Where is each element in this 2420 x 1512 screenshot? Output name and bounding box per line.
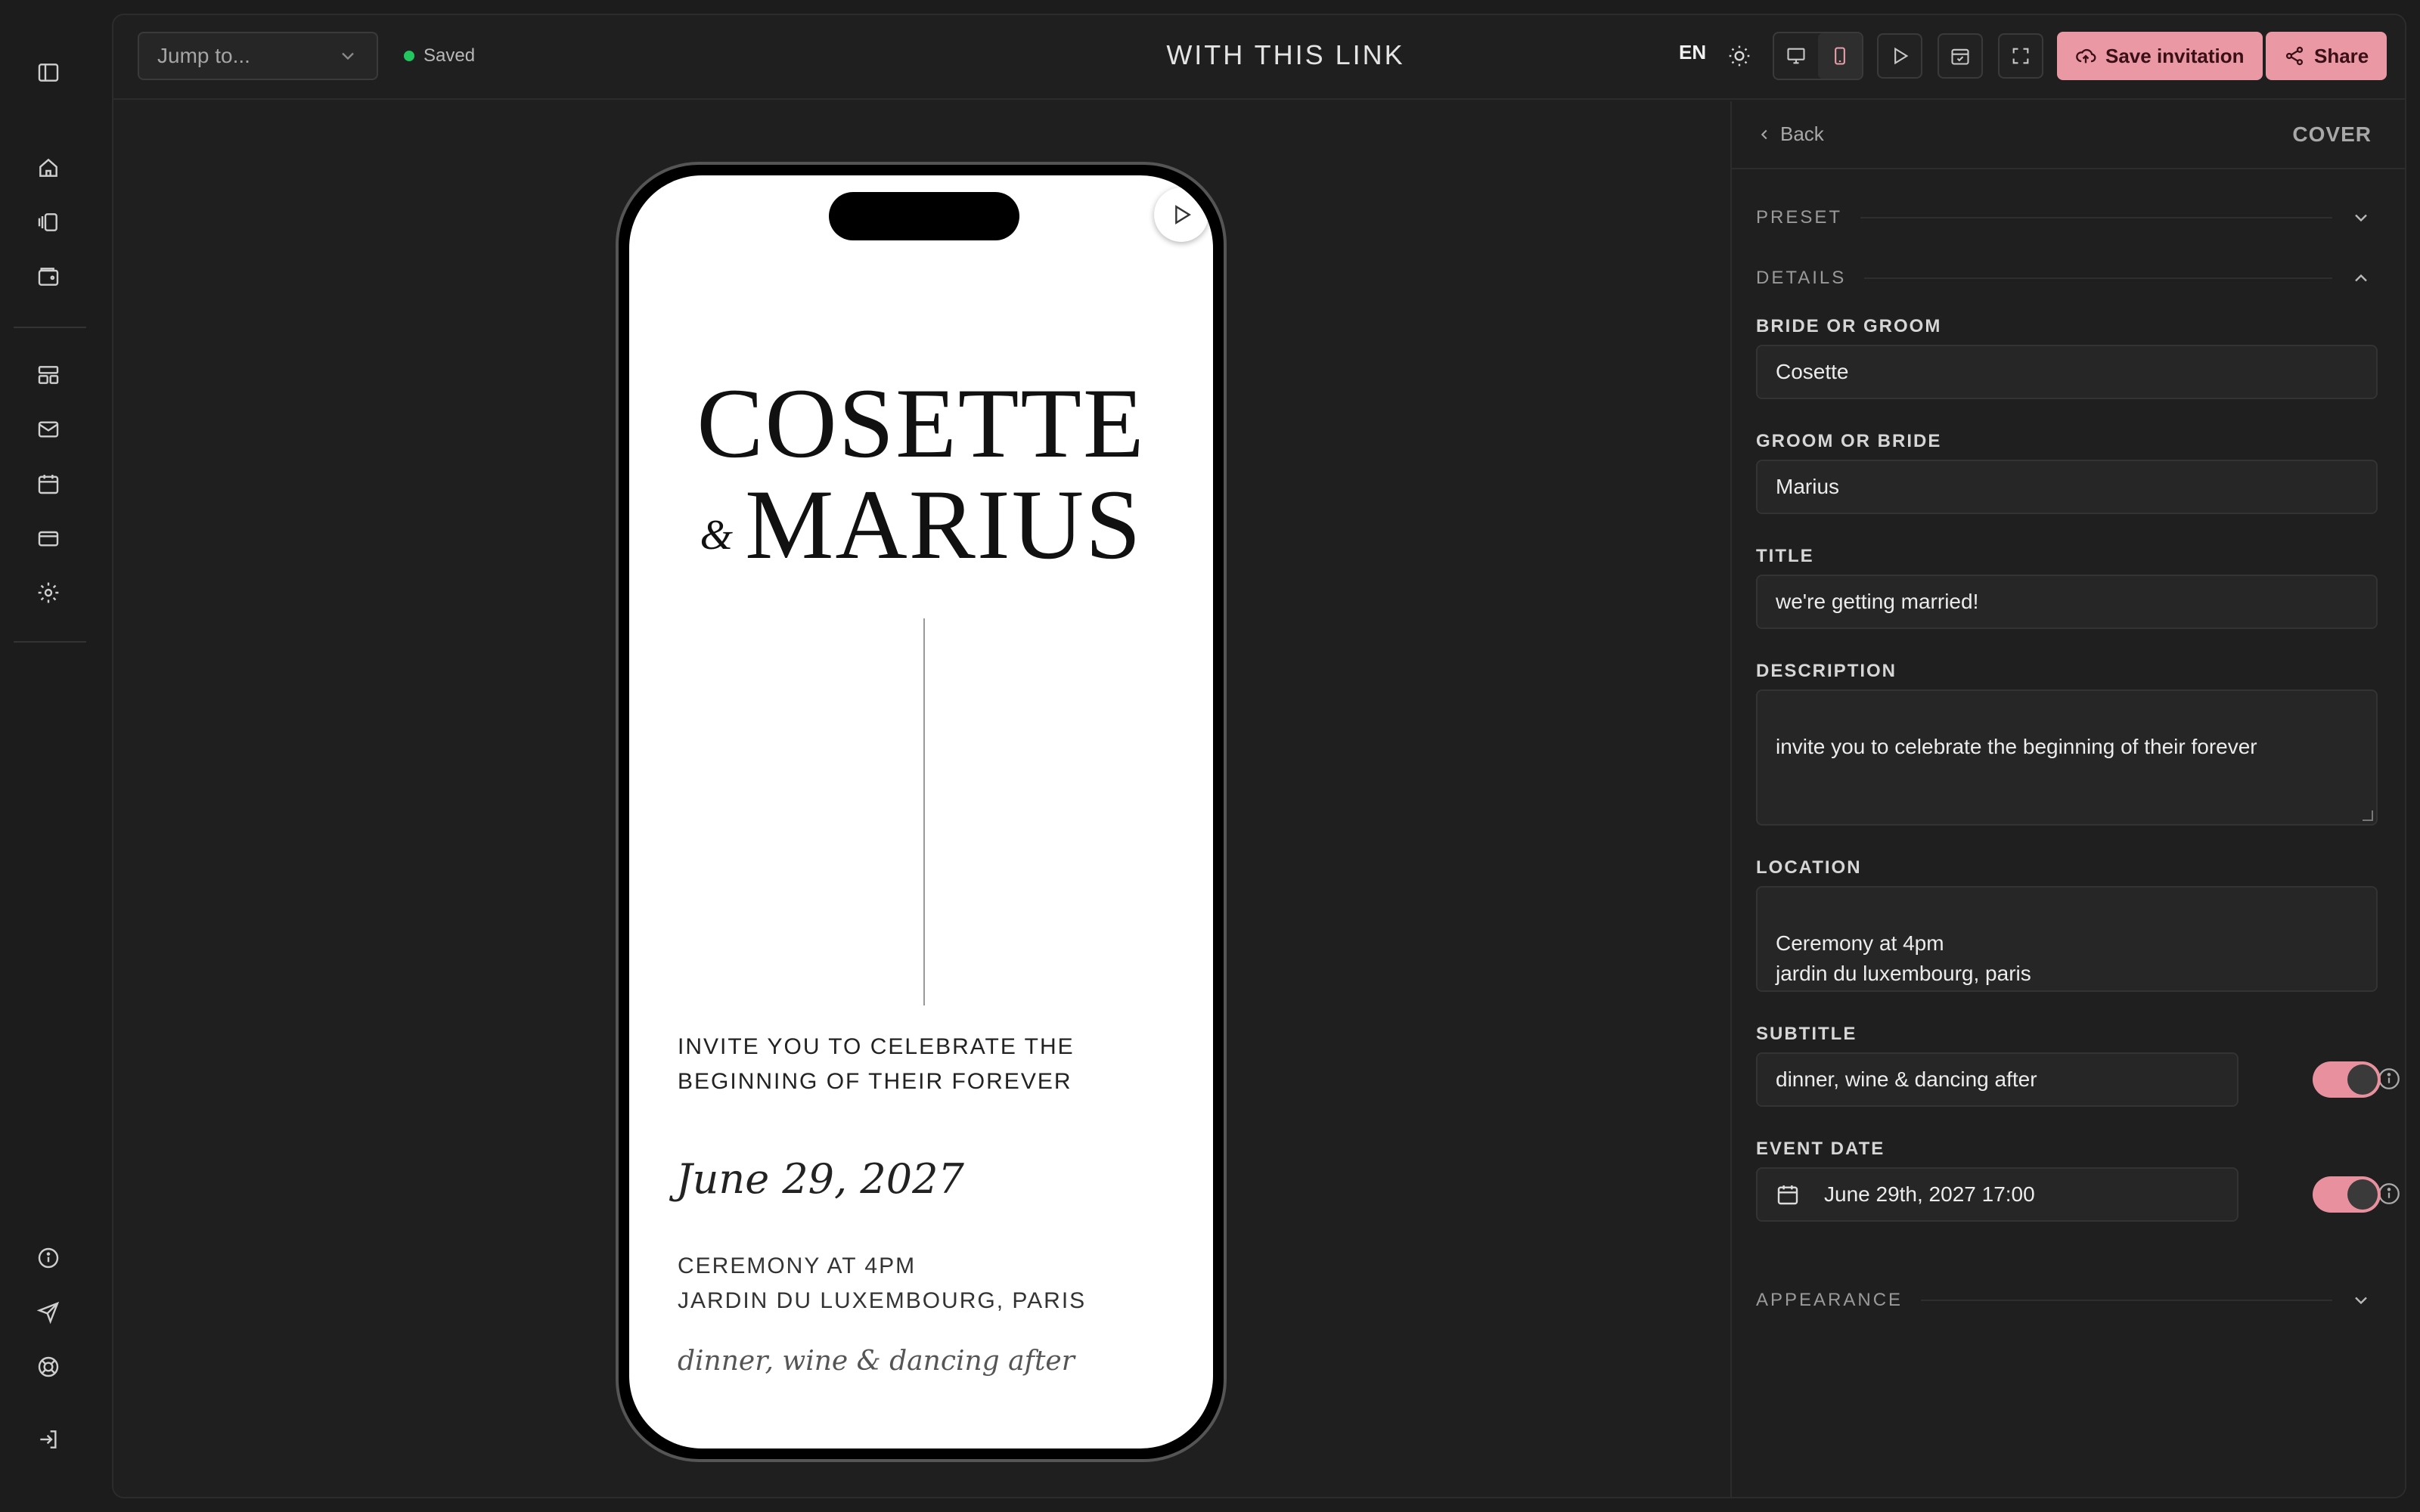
play-icon [1175, 205, 1191, 225]
section-rule [1860, 217, 2332, 218]
gear-icon[interactable] [33, 578, 64, 608]
back-button[interactable]: Back [1756, 122, 1824, 146]
panel-header: Back COVER [1732, 101, 2405, 169]
appearance-section-toggle[interactable]: APPEARANCE [1756, 1287, 2372, 1314]
wallet-icon[interactable] [33, 262, 64, 292]
decorative-divider [923, 618, 925, 1005]
title-input[interactable]: we're getting married! [1756, 575, 2378, 629]
preset-section-toggle[interactable]: PRESET [1756, 204, 2372, 231]
send-icon[interactable] [33, 1297, 64, 1328]
monitor-icon [1787, 48, 1805, 64]
save-invitation-button[interactable]: Save invitation [2057, 32, 2263, 80]
share-label: Share [2314, 44, 2369, 67]
play-icon [1894, 47, 1909, 65]
play-music-button[interactable] [1154, 187, 1208, 242]
layout-icon[interactable] [33, 360, 64, 390]
back-label: Back [1780, 122, 1824, 145]
section-rule [1921, 1300, 2332, 1301]
location-value: Ceremony at 4pm jardin du luxembourg, pa… [1776, 931, 2031, 985]
preview-name-2: MARIUS [745, 469, 1143, 580]
topbar: Jump to... Saved WITH THIS LINK EN Save … [113, 15, 2405, 100]
preview-subtitle: dinner, wine & dancing after [678, 1346, 1075, 1377]
left-rail [0, 0, 97, 1512]
description-label: DESCRIPTION [1756, 661, 1897, 681]
language-switcher[interactable]: EN [1679, 41, 1706, 64]
preview-canvas: COSETTE & MARIUS invite you to celebrate … [113, 101, 1729, 1497]
page-title: WITH THIS LINK [1166, 39, 1405, 70]
preset-section-label: PRESET [1756, 207, 1843, 228]
bride-label: BRIDE OR GROOM [1756, 316, 1942, 336]
preview-location: CEREMONY AT 4PM JARDIN DU LUXEMBOURG, PA… [678, 1253, 1087, 1313]
mobile-view-button[interactable] [1818, 33, 1862, 79]
event-date-value: June 29th, 2027 17:00 [1824, 1182, 2035, 1206]
cloud-upload-icon [2076, 48, 2096, 64]
ampersand: & [700, 511, 735, 559]
details-section-toggle[interactable]: DETAILS [1756, 265, 2372, 292]
chevron-up-icon [2355, 274, 2367, 282]
event-date-toggle[interactable] [2313, 1176, 2381, 1213]
status-dot [404, 51, 414, 61]
title-label: TITLE [1756, 546, 1814, 566]
calendar-icon [1777, 1185, 1798, 1205]
chevron-down-icon [342, 52, 354, 60]
fullscreen-button[interactable] [1998, 33, 2043, 79]
chevron-left-icon [1761, 129, 1767, 139]
sidebar-toggle-icon[interactable] [33, 57, 64, 88]
preview-description: invite you to celebrate the beginning of… [678, 1034, 1075, 1094]
dynamic-island [829, 192, 1019, 240]
info-icon[interactable] [33, 1243, 64, 1273]
desktop-view-button[interactable] [1774, 33, 1818, 79]
subtitle-label: SUBTITLE [1756, 1024, 1857, 1044]
location-textarea[interactable]: Ceremony at 4pm jardin du luxembourg, pa… [1756, 886, 2378, 992]
event-date-picker[interactable]: June 29th, 2027 17:00 [1756, 1167, 2238, 1222]
save-status: Saved [404, 42, 475, 70]
calendar-icon[interactable] [33, 469, 64, 499]
section-rule [1864, 277, 2332, 279]
theme-toggle[interactable] [1717, 33, 1762, 79]
groom-label: GROOM OR BRIDE [1756, 431, 1942, 451]
editor-panel: Back COVER PRESET DETAILS BRIDE OR GROOM… [1730, 101, 2405, 1497]
event-date-label: EVENT DATE [1756, 1139, 1885, 1159]
save-status-label: Saved [424, 45, 476, 66]
home-icon[interactable] [33, 153, 64, 183]
panel-section-title: COVER [2292, 122, 2372, 146]
schedule-button[interactable] [1938, 33, 1983, 79]
app-frame: Jump to... Saved WITH THIS LINK EN Save … [112, 14, 2406, 1498]
expand-icon [2012, 48, 2029, 64]
logout-icon[interactable] [33, 1424, 64, 1455]
groom-input[interactable]: Marius [1756, 460, 2378, 514]
description-textarea[interactable]: invite you to celebrate the beginning of… [1756, 689, 2378, 826]
preview-name-1: COSETTE [697, 367, 1146, 479]
calendar-check-icon [1951, 48, 1969, 65]
chevron-down-icon [2355, 214, 2367, 222]
mail-icon[interactable] [33, 414, 64, 445]
resize-handle[interactable] [2363, 810, 2373, 821]
subtitle-toggle[interactable] [2313, 1061, 2381, 1098]
preview-date: June 29, 2027 [676, 1155, 964, 1203]
preview-name-2-line: & MARIUS [629, 475, 1213, 575]
invitation-preview: COSETTE & MARIUS invite you to celebrate … [629, 175, 1213, 1448]
rail-divider [14, 327, 86, 328]
lifebuoy-icon[interactable] [33, 1352, 64, 1382]
share-icon [2285, 46, 2304, 66]
sun-icon [1729, 45, 1750, 67]
jump-to-select[interactable]: Jump to... [138, 32, 378, 80]
credit-card-icon[interactable] [33, 523, 64, 553]
description-value: invite you to celebrate the beginning of… [1776, 735, 2257, 758]
cards-icon[interactable] [33, 207, 64, 237]
subtitle-input[interactable]: dinner, wine & dancing after [1756, 1052, 2238, 1107]
chevron-down-icon [2355, 1297, 2367, 1305]
share-button[interactable]: Share [2266, 32, 2387, 80]
appearance-section-label: APPEARANCE [1756, 1290, 1903, 1310]
bride-input[interactable]: Cosette [1756, 345, 2378, 399]
save-invitation-label: Save invitation [2105, 44, 2245, 67]
jump-to-placeholder: Jump to... [157, 44, 250, 67]
location-label: LOCATION [1756, 857, 1862, 878]
preview-play-button[interactable] [1877, 33, 1922, 79]
phone-icon [1835, 47, 1845, 65]
device-switcher [1773, 32, 1863, 80]
phone-mockup: COSETTE & MARIUS invite you to celebrate … [616, 162, 1227, 1462]
rail-divider [14, 641, 86, 643]
details-section-label: DETAILS [1756, 268, 1847, 288]
